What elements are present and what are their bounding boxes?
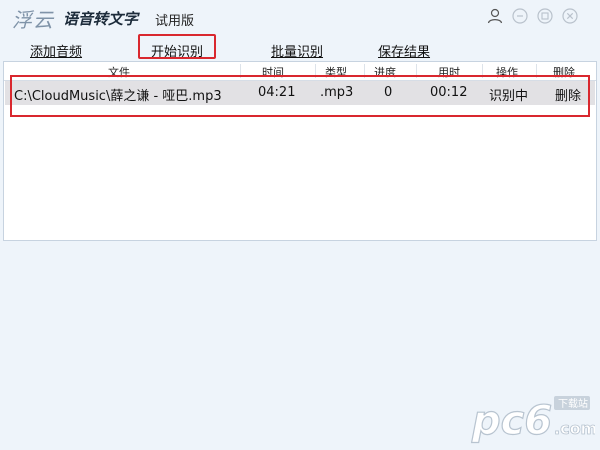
pc6-watermark-logo: pc6 下载站 .com — [470, 396, 595, 445]
minimize-icon[interactable] — [512, 8, 528, 24]
menu-bar: 添加音频 开始识别 批量识别 保存结果 — [0, 38, 600, 60]
app-edition: 试用版 — [155, 14, 195, 29]
title-bar[interactable]: 浮云 语音转文字 试用版 — [0, 0, 600, 36]
app-name: 语音转文字 — [63, 10, 139, 28]
watermark-brand: pc6 — [471, 398, 552, 444]
restore-icon[interactable] — [537, 8, 553, 24]
add-audio-button[interactable]: 添加音频 — [30, 41, 82, 60]
watermark-domain: .com — [554, 419, 595, 438]
start-recognition-highlight — [138, 34, 216, 59]
row-highlight — [10, 75, 590, 117]
close-icon[interactable] — [562, 8, 578, 24]
watermark-tag: 下载站 — [558, 397, 588, 410]
batch-recognition-button[interactable]: 批量识别 — [271, 41, 323, 60]
save-results-button[interactable]: 保存结果 — [378, 41, 430, 60]
user-icon[interactable] — [487, 8, 503, 24]
brand-logo: 浮云 — [12, 8, 54, 32]
app-window: 浮云 语音转文字 试用版 添加音频 开始识别 批量识别 保存结果 文件 时间 类… — [0, 0, 600, 450]
